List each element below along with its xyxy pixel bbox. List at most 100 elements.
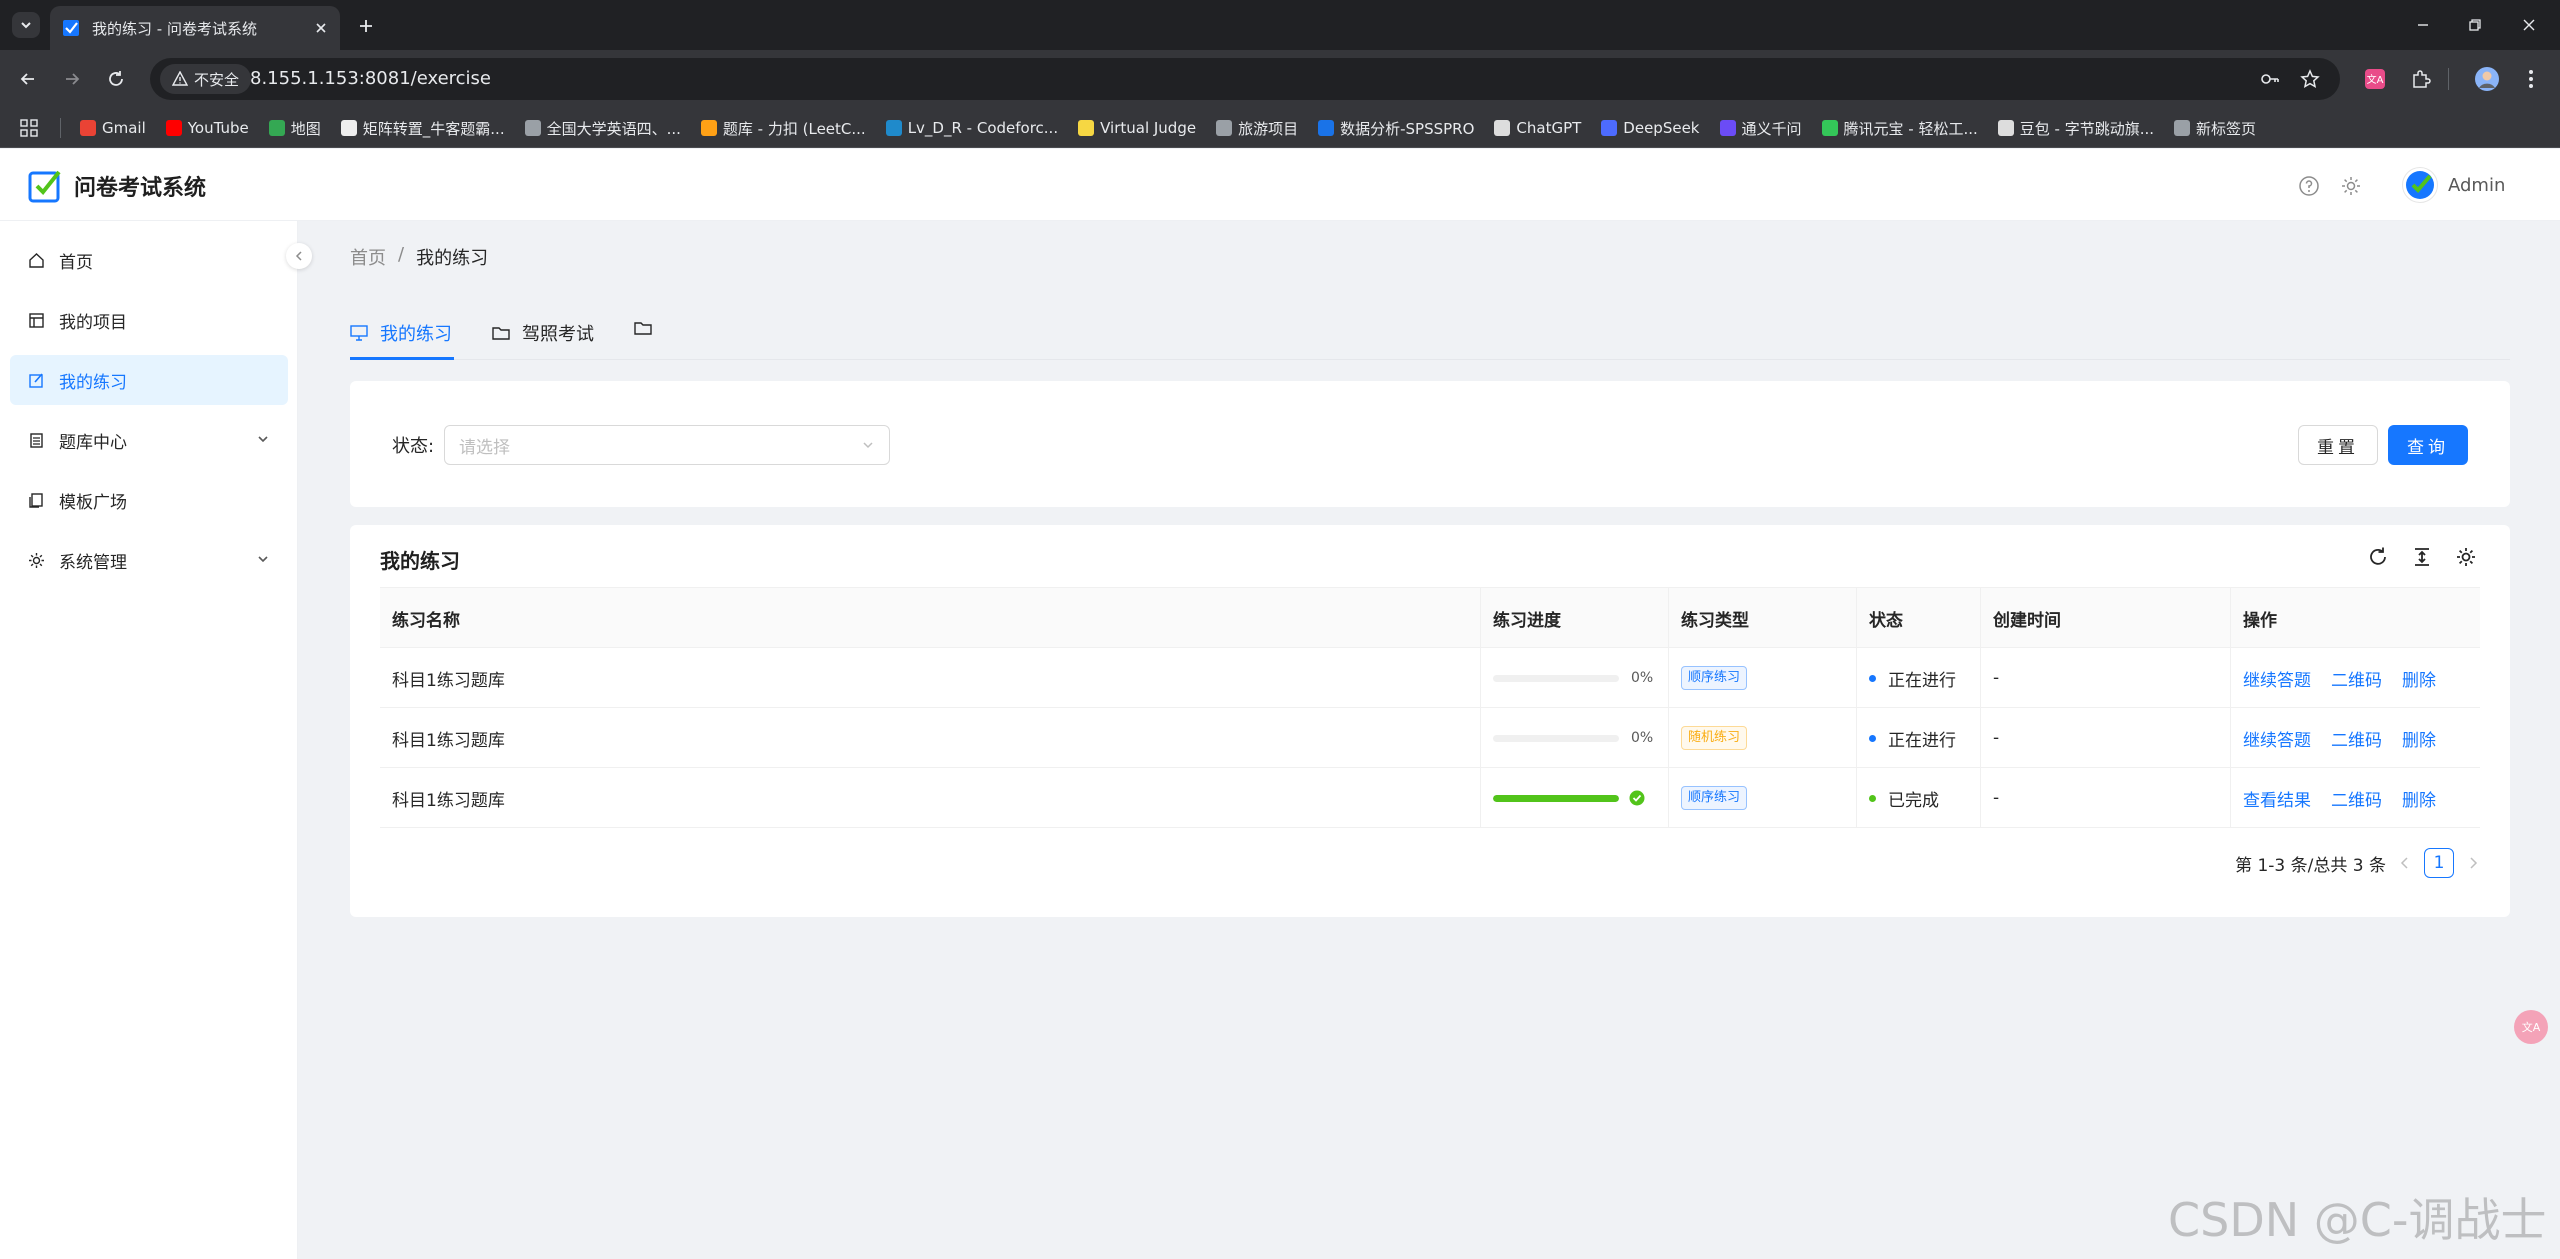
chevron-down-icon [21,22,31,29]
user-avatar[interactable] [2402,167,2438,203]
breadcrumb-home[interactable]: 首页 [350,244,386,270]
status-select-placeholder: 请选择 [459,437,510,458]
bookmark-label: YouTube [187,119,249,137]
tab-folder[interactable] [634,320,664,336]
actions-cell: 继续答题 二维码 删除 [2230,648,2480,708]
bookmark-item[interactable]: Gmail [80,119,146,137]
gear-icon[interactable] [2454,545,2478,569]
column-header: 练习进度 [1480,588,1668,648]
table-title: 我的练习 [380,549,460,573]
next-page-button[interactable] [2468,857,2478,869]
sidebar-item-system[interactable]: 系统管理 [10,535,288,585]
delete-button[interactable]: 删除 [2402,726,2436,751]
profile-button[interactable] [2472,64,2502,94]
browser-menu-button[interactable] [2516,64,2546,94]
puzzle-icon [2413,70,2431,88]
view-result-button[interactable]: 查看结果 [2243,786,2311,811]
minimize-button[interactable] [2396,0,2450,50]
tab-my-exercise[interactable]: 我的练习 [350,320,452,346]
extensions-button[interactable] [2406,64,2436,94]
table-header-row: 练习名称 练习进度 练习类型 状态 创建时间 操作 [380,588,2480,648]
bookmark-item[interactable]: 通义千问 [1719,118,1802,139]
new-tab-button[interactable] [352,12,380,40]
bookmark-item[interactable]: 豆包 - 字节跳动旗... [1997,118,2154,139]
reload-icon[interactable] [2366,545,2390,569]
sidebar-item-templates[interactable]: 模板广场 [10,475,288,525]
qrcode-button[interactable]: 二维码 [2331,666,2382,691]
status-select[interactable]: 请选择 [444,425,890,465]
bookmark-item[interactable]: 矩阵转置_牛客题霸... [340,118,505,139]
translate-icon: 文A [2365,69,2385,89]
exercise-table-card: 我的练习 练习名称 练习进度 练习类型 状态 创建时间 操作 科目1练习题库 0… [350,525,2510,917]
query-button[interactable]: 查询 [2388,425,2468,465]
bookmark-label: 地图 [290,119,321,138]
table-row: 科目1练习题库 0% 顺序练习 正在进行 - 继续答题 二维码 删除 [380,648,2480,708]
bookmark-favicon-icon [700,120,717,136]
page-number[interactable]: 1 [2424,848,2454,878]
progress-fill [1493,794,1619,802]
bookmark-item[interactable]: 题库 - 力扣 (LeetC... [700,118,866,139]
bookmark-item[interactable]: Virtual Judge [1078,119,1196,137]
bookmark-item[interactable]: 旅游项目 [1216,118,1298,139]
bookmark-list: Gmail YouTube 地图 矩阵转置_牛客题霸... 全国大学英语四、... 题库 … [80,108,2256,148]
sidebar-item-exercise[interactable]: 我的练习 [10,355,288,405]
bookmark-item[interactable]: Lv_D_R - Codeforc... [885,119,1059,137]
star-icon[interactable] [2300,69,2320,89]
delete-button[interactable]: 删除 [2402,666,2436,691]
qrcode-button[interactable]: 二维码 [2331,726,2382,751]
logo-icon [2406,171,2434,199]
bookmark-favicon-icon [1821,120,1838,136]
bookmark-item[interactable]: DeepSeek [1601,119,1700,137]
continue-button[interactable]: 继续答题 [2243,726,2311,751]
qrcode-button[interactable]: 二维码 [2331,786,2382,811]
status-cell: 已完成 [1856,768,1980,828]
back-button[interactable] [14,65,42,93]
sidebar-item-projects[interactable]: 我的项目 [10,295,288,345]
browser-tab-active[interactable]: 我的练习 - 问卷考试系统 [50,6,340,50]
home-icon [29,252,44,268]
progress-text: 0% [1631,730,1654,746]
status-dot [1869,734,1876,742]
bookmark-label: 题库 - 力扣 (LeetC... [722,119,866,138]
help-icon[interactable] [2298,175,2320,197]
bookmark-item[interactable]: 数据分析-SPSSPRO [1318,118,1474,139]
reload-button[interactable] [102,65,130,93]
profile-avatar-icon [2475,67,2499,91]
reset-button[interactable]: 重置 [2298,425,2378,465]
forward-button[interactable] [58,65,86,93]
continue-button[interactable]: 继续答题 [2243,666,2311,691]
table-row: 科目1练习题库 0% 随机练习 正在进行 - 继续答题 二维码 删除 [380,708,2480,768]
svg-text:文A: 文A [2367,73,2384,86]
translate-extension-button[interactable]: 文A [2360,64,2390,94]
bookmark-item[interactable]: 全国大学英语四、... [524,118,681,139]
close-icon[interactable] [314,21,328,35]
security-chip[interactable]: 不安全 [160,64,252,94]
chevron-down-icon [258,436,268,443]
sidebar-item-question-bank[interactable]: 题库中心 [10,415,288,465]
gear-icon[interactable] [2340,175,2362,197]
status-text: 已完成 [1888,790,1939,811]
bookmark-item[interactable]: 地图 [268,118,321,139]
tab-driving-exam[interactable]: 驾照考试 [492,320,594,346]
floating-translate-button[interactable]: 文A [2514,1010,2548,1044]
bookmark-favicon-icon [1997,120,2014,136]
delete-button[interactable]: 删除 [2402,786,2436,811]
sidebar-item-home[interactable]: 首页 [10,235,288,285]
close-window-button[interactable] [2502,0,2556,50]
collapse-sidebar-button[interactable] [286,243,312,269]
address-bar[interactable]: 不安全 8.155.1.153:8081/exercise [150,58,2340,100]
bookmark-item[interactable]: 腾讯元宝 - 轻松工... [1821,118,1978,139]
bookmark-label: Lv_D_R - Codeforc... [907,119,1059,137]
progress-bar [1493,674,1619,682]
user-name[interactable]: Admin [2448,175,2505,196]
tab-search-button[interactable] [12,12,40,38]
apps-grid-icon[interactable] [20,119,38,137]
column-height-icon[interactable] [2410,545,2434,569]
progress-cell: 0% [1480,708,1668,768]
restore-button[interactable] [2448,0,2502,50]
key-icon[interactable] [2260,69,2280,89]
bookmark-item[interactable]: 新标签页 [2174,118,2256,139]
bookmark-item[interactable]: YouTube [165,119,249,137]
prev-page-button[interactable] [2400,857,2410,869]
bookmark-item[interactable]: ChatGPT [1494,119,1581,137]
